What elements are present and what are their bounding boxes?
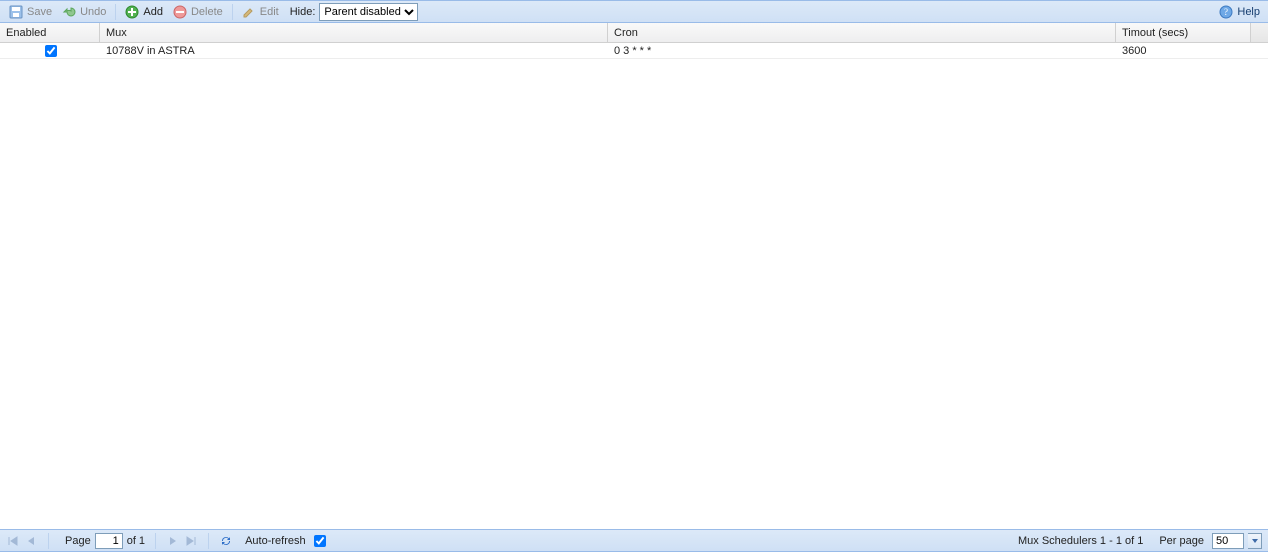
- save-icon: [9, 5, 23, 19]
- cell-timeout: 3600: [1116, 43, 1251, 59]
- column-header-enabled[interactable]: Enabled: [0, 23, 100, 42]
- hide-label: Hide:: [290, 6, 316, 18]
- top-toolbar: Save Undo Add Delete Edit: [0, 1, 1268, 23]
- cell-cron: 0 3 * * *: [608, 43, 1116, 59]
- auto-refresh-label: Auto-refresh: [245, 535, 306, 547]
- help-label: Help: [1237, 6, 1260, 18]
- per-page-label: Per page: [1159, 535, 1204, 547]
- svg-text:?: ?: [1224, 7, 1228, 17]
- last-page-button[interactable]: [184, 534, 198, 548]
- column-header-timeout[interactable]: Timout (secs): [1116, 23, 1251, 42]
- save-label: Save: [27, 6, 52, 18]
- edit-icon: [242, 5, 256, 19]
- help-icon: ?: [1219, 5, 1233, 19]
- grid-header: Enabled Mux Cron Timout (secs): [0, 23, 1268, 43]
- pager-separator: [48, 533, 49, 549]
- add-button[interactable]: Add: [120, 3, 168, 21]
- add-label: Add: [143, 6, 163, 18]
- undo-label: Undo: [80, 6, 106, 18]
- per-page-dropdown-button[interactable]: [1248, 533, 1262, 549]
- pager-separator: [208, 533, 209, 549]
- grid-body: 10788V in ASTRA 0 3 * * * 3600: [0, 43, 1268, 529]
- hide-select[interactable]: Parent disabled: [319, 3, 418, 21]
- pager-status: Mux Schedulers 1 - 1 of 1: [1018, 535, 1143, 547]
- column-header-mux[interactable]: Mux: [100, 23, 608, 42]
- per-page-input[interactable]: [1212, 533, 1244, 549]
- page-input[interactable]: [95, 533, 123, 549]
- cell-enabled: [0, 43, 100, 59]
- column-header-scroll-spacer: [1251, 23, 1268, 42]
- delete-label: Delete: [191, 6, 223, 18]
- toolbar-separator: [115, 4, 116, 20]
- auto-refresh-checkbox[interactable]: [314, 535, 326, 547]
- enabled-checkbox[interactable]: [45, 45, 57, 57]
- edit-label: Edit: [260, 6, 279, 18]
- edit-button[interactable]: Edit: [237, 3, 284, 21]
- prev-page-button[interactable]: [24, 534, 38, 548]
- delete-button[interactable]: Delete: [168, 3, 228, 21]
- undo-icon: [62, 5, 76, 19]
- next-page-button[interactable]: [166, 534, 180, 548]
- cell-mux: 10788V in ASTRA: [100, 43, 608, 59]
- app-window: Save Undo Add Delete Edit: [0, 0, 1268, 552]
- add-icon: [125, 5, 139, 19]
- page-of-label: of 1: [127, 535, 145, 547]
- pager-separator: [155, 533, 156, 549]
- save-button[interactable]: Save: [4, 3, 57, 21]
- delete-icon: [173, 5, 187, 19]
- undo-button[interactable]: Undo: [57, 3, 111, 21]
- help-button[interactable]: ? Help: [1215, 3, 1264, 21]
- first-page-button[interactable]: [6, 534, 20, 548]
- column-header-cron[interactable]: Cron: [608, 23, 1116, 42]
- table-row[interactable]: 10788V in ASTRA 0 3 * * * 3600: [0, 43, 1268, 59]
- refresh-button[interactable]: [219, 534, 233, 548]
- toolbar-separator: [232, 4, 233, 20]
- page-label: Page: [65, 535, 91, 547]
- bottom-pager: Page of 1 Auto-refresh Mux Schedulers 1 …: [0, 529, 1268, 551]
